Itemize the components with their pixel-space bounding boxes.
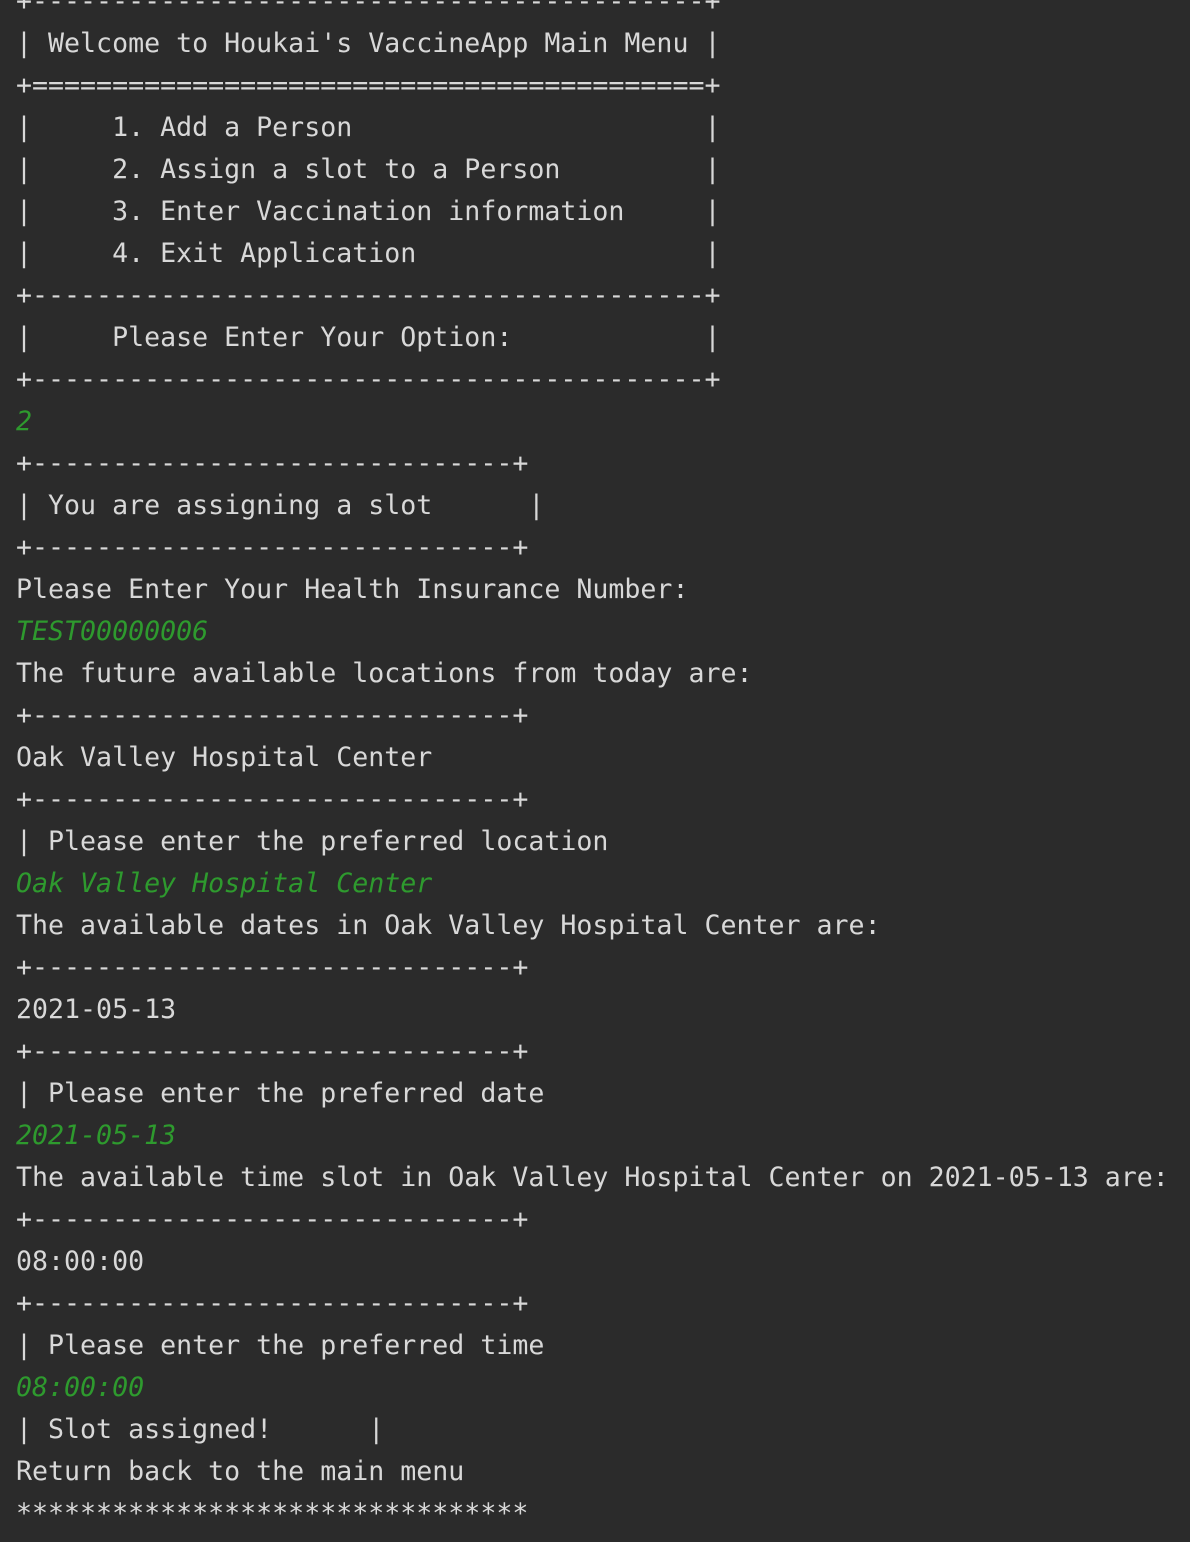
console-output-line: | Please enter the preferred date bbox=[16, 1078, 545, 1109]
console-input-line: TEST00000006 bbox=[16, 616, 209, 647]
console-output-line: | Slot assigned! | bbox=[16, 1414, 385, 1445]
console-output-line: Oak Valley Hospital Center bbox=[16, 742, 433, 773]
console-output-line: The available time slot in Oak Valley Ho… bbox=[16, 1162, 1169, 1193]
console-output-line: | Welcome to Houkai's VaccineApp Main Me… bbox=[16, 28, 721, 59]
console-output-line: | 2. Assign a slot to a Person | bbox=[16, 154, 721, 185]
console-input-line: Oak Valley Hospital Center bbox=[16, 868, 433, 899]
console-output-line: The available dates in Oak Valley Hospit… bbox=[16, 910, 881, 941]
console-output[interactable]: +---------------------------------------… bbox=[16, 0, 1190, 1535]
console-output-line: +---------------------------------------… bbox=[16, 280, 721, 311]
console-output-line: Return back to the main menu bbox=[16, 1456, 465, 1487]
console-output-line: | You are assigning a slot | bbox=[16, 490, 545, 521]
console-output-line: +---------------------------------------… bbox=[16, 364, 721, 395]
console-input-line: 08:00:00 bbox=[16, 1372, 145, 1403]
console-input-line: 2021-05-13 bbox=[16, 1120, 177, 1151]
console-output-line: | Please enter the preferred time bbox=[16, 1330, 545, 1361]
console-output-line: +------------------------------+ bbox=[16, 1036, 529, 1067]
console-output-line: Please Enter Your Health Insurance Numbe… bbox=[16, 574, 689, 605]
console-output-line: | Please enter the preferred location bbox=[16, 826, 609, 857]
console-output-line: The future available locations from toda… bbox=[16, 658, 753, 689]
console-output-line: 08:00:00 bbox=[16, 1246, 145, 1277]
console-input-line: 2 bbox=[16, 406, 33, 437]
console-output-line: | 3. Enter Vaccination information | bbox=[16, 196, 721, 227]
console-output-line: +------------------------------+ bbox=[16, 448, 529, 479]
console-output-line: 2021-05-13 bbox=[16, 994, 177, 1025]
console-output-line: | 1. Add a Person | bbox=[16, 112, 721, 143]
console-output-line: +------------------------------+ bbox=[16, 1204, 529, 1235]
console-output-line: +------------------------------+ bbox=[16, 700, 529, 731]
console-output-line: +------------------------------+ bbox=[16, 532, 529, 563]
console-output-line: | Please Enter Your Option: | bbox=[16, 322, 721, 353]
console-output-line: +------------------------------+ bbox=[16, 1288, 529, 1319]
console-output-line: ******************************** bbox=[16, 1498, 529, 1529]
console-output-line: | 4. Exit Application | bbox=[16, 238, 721, 269]
console-output-line: +=======================================… bbox=[16, 70, 721, 101]
console-output-line: +------------------------------+ bbox=[16, 784, 529, 815]
console-output-line: +------------------------------+ bbox=[16, 952, 529, 983]
console-output-line: +---------------------------------------… bbox=[16, 0, 721, 17]
